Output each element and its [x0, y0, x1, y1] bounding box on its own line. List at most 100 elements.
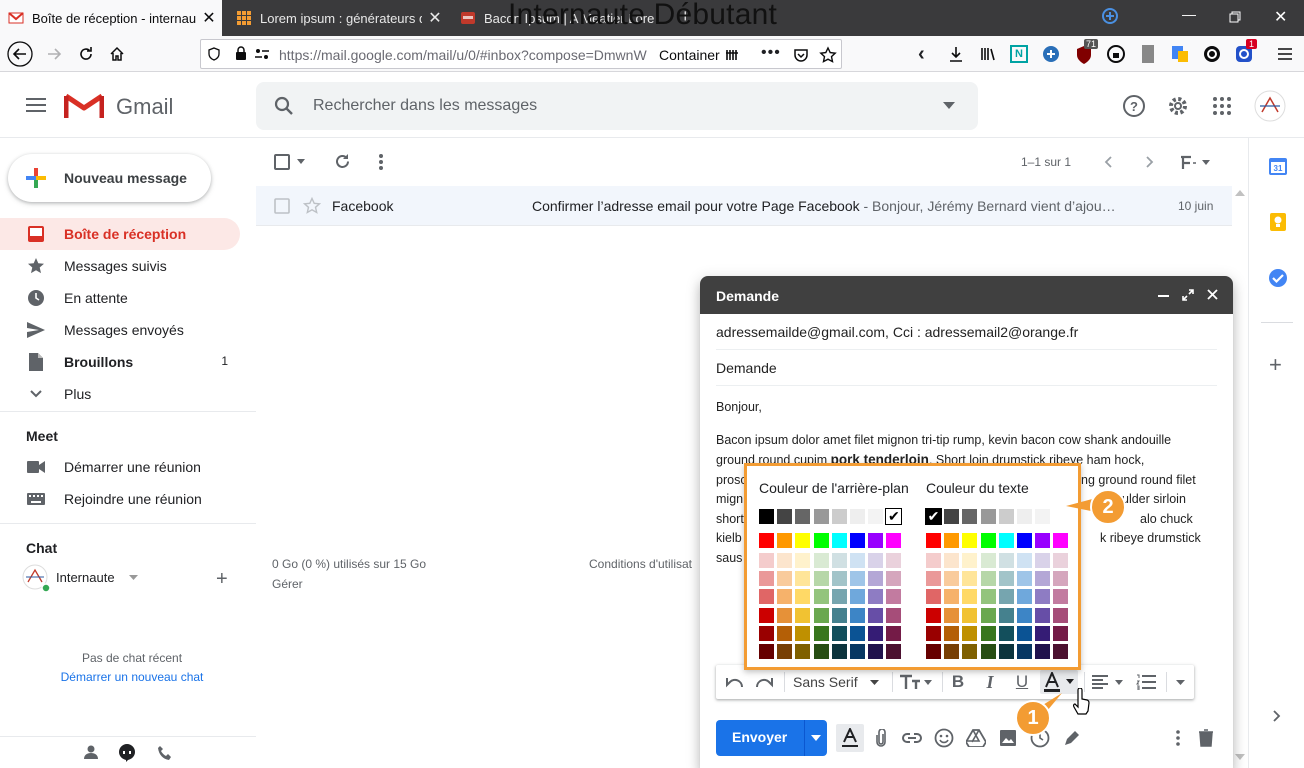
color-swatch[interactable] — [1017, 644, 1032, 659]
color-swatch[interactable] — [1035, 533, 1051, 548]
more-formatting-button[interactable] — [1171, 670, 1189, 694]
color-swatch[interactable] — [1035, 509, 1051, 524]
manage-storage-link[interactable]: Gérer — [272, 577, 303, 591]
color-swatch[interactable] — [962, 571, 978, 587]
color-swatch[interactable] — [831, 553, 847, 568]
fullscreen-icon[interactable] — [1182, 289, 1194, 301]
color-swatch[interactable] — [850, 509, 865, 524]
color-swatch[interactable] — [944, 625, 960, 641]
color-swatch[interactable] — [777, 509, 793, 524]
bold-button[interactable]: B — [946, 670, 970, 694]
send-button[interactable]: Envoyer — [716, 720, 827, 756]
color-swatch[interactable] — [980, 533, 996, 548]
color-swatch[interactable] — [1017, 589, 1032, 605]
gmail-logo-text[interactable]: Gmail — [116, 94, 173, 120]
url-text[interactable]: https://mail.google.com/mail/u/0/#inbox?… — [279, 47, 651, 63]
color-swatch[interactable] — [813, 644, 829, 659]
color-swatch[interactable] — [868, 509, 884, 524]
sidebar-item-more[interactable]: Plus — [0, 378, 240, 410]
more-options-button[interactable] — [1166, 726, 1190, 750]
color-swatch[interactable] — [1053, 607, 1069, 623]
container-icon[interactable] — [725, 48, 739, 62]
color-swatch[interactable] — [1017, 509, 1032, 524]
main-menu-icon[interactable] — [26, 97, 46, 113]
page-actions-icon[interactable]: ••• — [761, 44, 781, 62]
color-swatch[interactable] — [998, 509, 1014, 524]
sidebar-item-snoozed[interactable]: En attente — [0, 282, 240, 314]
color-swatch[interactable] — [759, 533, 774, 548]
color-swatch[interactable] — [1053, 644, 1069, 659]
keep-icon[interactable] — [1269, 212, 1287, 232]
formatting-options-button[interactable] — [836, 724, 864, 752]
color-swatch[interactable] — [795, 644, 811, 659]
color-swatch[interactable] — [759, 553, 774, 568]
apps-grid-icon[interactable] — [1212, 96, 1232, 116]
compose-header[interactable]: Demande — [700, 276, 1233, 314]
more-options-icon[interactable] — [379, 154, 383, 170]
library-icon[interactable] — [980, 46, 996, 62]
recipients-field[interactable]: adressemailde@gmail.com, Cci : adressema… — [716, 314, 1217, 350]
color-swatch[interactable] — [962, 589, 978, 605]
color-swatch[interactable] — [944, 607, 960, 623]
color-swatch[interactable] — [962, 625, 978, 641]
color-swatch[interactable] — [831, 644, 847, 659]
note-extension-icon[interactable]: N — [1010, 45, 1028, 63]
color-swatch[interactable] — [831, 571, 847, 587]
color-swatch[interactable] — [759, 625, 774, 641]
home-button[interactable] — [103, 40, 131, 68]
container-label[interactable]: Container — [659, 47, 720, 63]
meet-join-item[interactable]: Rejoindre une réunion — [0, 483, 240, 515]
color-swatch[interactable] — [926, 625, 941, 641]
color-swatch[interactable] — [813, 509, 829, 524]
color-swatch[interactable] — [850, 589, 865, 605]
color-swatch[interactable] — [998, 607, 1014, 623]
color-swatch[interactable] — [980, 553, 996, 568]
color-swatch[interactable]: ✔ — [925, 508, 942, 525]
minimize-icon[interactable]: — — [1182, 6, 1196, 22]
color-swatch[interactable] — [998, 533, 1014, 548]
privacy-extension-icon[interactable] — [1107, 45, 1125, 63]
color-swatch[interactable] — [1017, 533, 1032, 548]
chat-user-avatar[interactable] — [22, 564, 50, 592]
color-swatch[interactable] — [944, 589, 960, 605]
color-swatch[interactable] — [998, 571, 1014, 587]
next-page-icon[interactable] — [1146, 156, 1154, 168]
expand-panel-icon[interactable] — [1273, 710, 1281, 722]
sidebar-item-drafts[interactable]: Brouillons 1 — [0, 346, 240, 378]
align-button[interactable] — [1090, 670, 1126, 694]
color-swatch[interactable] — [1053, 589, 1069, 605]
color-swatch[interactable] — [1017, 553, 1032, 568]
tab-lorem[interactable]: Lorem ipsum : générateurs de f ✕ — [228, 0, 448, 36]
color-swatch[interactable] — [795, 509, 811, 524]
prev-page-icon[interactable] — [1104, 156, 1112, 168]
numbered-list-button[interactable] — [1134, 670, 1158, 694]
color-swatch[interactable] — [813, 607, 829, 623]
color-swatch[interactable] — [1035, 625, 1051, 641]
color-swatch[interactable] — [1053, 625, 1069, 641]
sync-extension-icon[interactable] — [1042, 45, 1060, 63]
star-toggle-icon[interactable] — [303, 197, 321, 215]
settings-gear-icon[interactable] — [1166, 94, 1190, 118]
minimize-compose-icon[interactable] — [1158, 295, 1169, 297]
chat-status-dropdown-icon[interactable] — [129, 575, 138, 581]
color-swatch[interactable] — [962, 533, 978, 548]
color-swatch[interactable] — [868, 607, 884, 623]
color-swatch[interactable] — [795, 571, 811, 587]
color-swatch[interactable] — [926, 553, 941, 568]
refresh-icon[interactable] — [334, 153, 351, 170]
color-swatch[interactable] — [777, 533, 793, 548]
new-message-button[interactable]: Nouveau message — [8, 154, 211, 202]
drive-button[interactable] — [964, 726, 988, 750]
color-swatch[interactable] — [980, 607, 996, 623]
bookmark-star-icon[interactable] — [819, 46, 837, 64]
color-swatch[interactable] — [850, 607, 865, 623]
sidebar-item-sent[interactable]: Messages envoyés — [0, 314, 240, 346]
color-swatch[interactable] — [1017, 625, 1032, 641]
color-swatch[interactable] — [980, 644, 996, 659]
tasks-icon[interactable] — [1268, 268, 1288, 288]
color-swatch[interactable] — [944, 509, 960, 524]
forward-button[interactable] — [40, 40, 68, 68]
hamburger-menu-icon[interactable] — [1277, 46, 1293, 62]
send-options-icon[interactable] — [811, 735, 821, 741]
color-swatch[interactable] — [980, 509, 996, 524]
